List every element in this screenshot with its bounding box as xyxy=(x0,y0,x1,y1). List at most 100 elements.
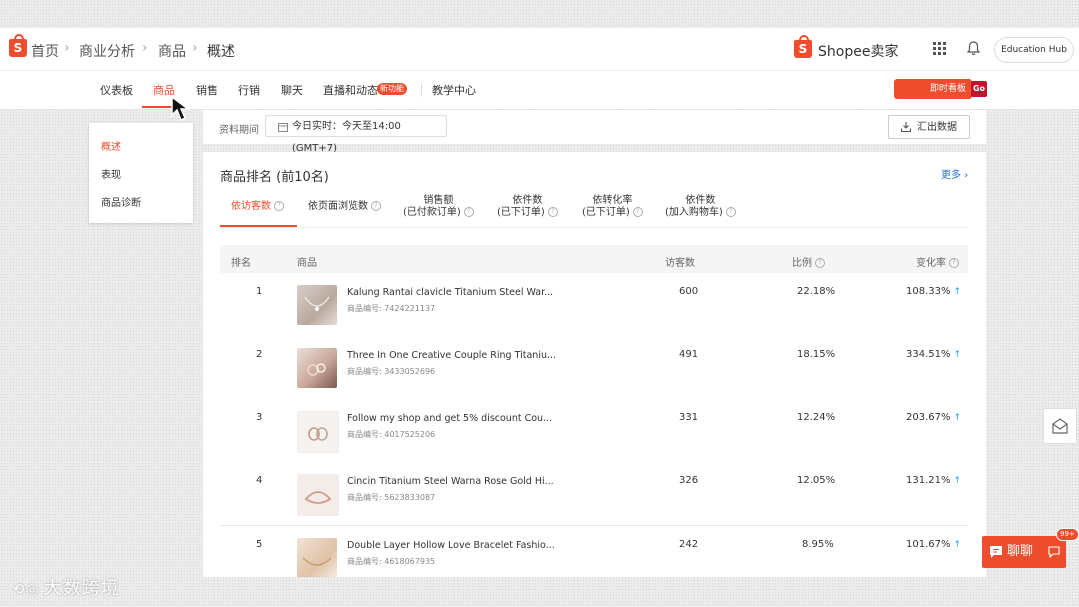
go-badge: Go xyxy=(971,81,987,97)
help-icon: ? xyxy=(949,258,959,268)
product-name-link[interactable]: Kalung Rantai clavicle Titanium Steel Wa… xyxy=(347,287,553,298)
column-ratio[interactable]: 比例? xyxy=(792,254,825,269)
message-center-button[interactable] xyxy=(1043,408,1077,444)
rank-cell: 5 xyxy=(256,539,263,550)
tab-by-ordered-units[interactable]: 依件数 (已下订单)? xyxy=(497,195,558,219)
product-name-link[interactable]: Double Layer Hollow Love Bracelet Fashio… xyxy=(347,540,555,551)
tab-by-conversion[interactable]: 依转化率 (已下订单)? xyxy=(582,195,643,219)
visitors-cell: 600 xyxy=(679,286,699,297)
tab-by-visitors[interactable]: 依访客数? xyxy=(231,201,284,213)
nav-chat[interactable]: 聊天 xyxy=(281,82,303,98)
change-value: 203.67% xyxy=(906,412,951,423)
bell-icon[interactable] xyxy=(967,41,980,56)
breadcrumb-section[interactable]: 商业分析 xyxy=(79,41,135,61)
table-row[interactable]: 1 Kalung Rantai clavicle Titanium Steel … xyxy=(220,273,968,336)
watermark: ⟲◎ 大数跨境 xyxy=(12,574,120,600)
product-name-link[interactable]: Follow my shop and get 5% discount Cou..… xyxy=(347,413,552,424)
ratio-cell: 18.15% xyxy=(797,349,836,360)
side-menu: 概述 表现 商品诊断 xyxy=(89,123,193,223)
period-label: 资料期间 xyxy=(219,125,259,136)
breadcrumb-category[interactable]: 商品 xyxy=(158,41,186,61)
rank-cell: 2 xyxy=(256,349,263,360)
tab-label: 依转化率 xyxy=(592,195,633,206)
product-ranking-card: 商品排名 (前10名) 更多 › 依访客数? 依页面浏览数? 销售额 (已付款订… xyxy=(203,152,986,577)
table-row[interactable]: 5 Double Layer Hollow Love Bracelet Fash… xyxy=(220,525,968,577)
side-item-overview[interactable]: 概述 xyxy=(101,138,121,153)
arrow-up-icon: ↑ xyxy=(953,287,962,297)
chat-button[interactable]: 聊聊 xyxy=(982,536,1066,568)
nav-divider xyxy=(421,83,422,97)
new-feature-badge: 新功能 xyxy=(377,83,407,95)
visitors-cell: 326 xyxy=(679,475,699,486)
column-product: 商品 xyxy=(297,258,317,269)
column-visitors[interactable]: 访客数 xyxy=(665,254,695,269)
rank-cell: 3 xyxy=(256,412,263,423)
product-thumbnail[interactable] xyxy=(297,474,339,516)
help-icon: ? xyxy=(274,201,284,211)
tab-label: 依访客数 xyxy=(231,201,271,212)
table-row[interactable]: 2 Three In One Creative Couple Ring Tita… xyxy=(220,336,968,399)
shopee-logo-icon[interactable]: S xyxy=(9,34,27,57)
tabs-divider xyxy=(220,227,968,228)
export-label: 汇出数据 xyxy=(917,122,957,133)
product-thumbnail[interactable] xyxy=(297,411,339,453)
help-icon: ? xyxy=(463,207,474,217)
product-thumbnail[interactable] xyxy=(297,285,337,325)
product-name-link[interactable]: Cincin Titanium Steel Warna Rose Gold Hi… xyxy=(347,476,554,487)
tab-label: 销售额 xyxy=(423,195,454,206)
product-id: 商品编号: 7424221137 xyxy=(347,304,436,313)
export-data-button[interactable]: 汇出数据 xyxy=(888,115,970,139)
tab-sublabel: (已付款订单) xyxy=(403,207,461,218)
table-row[interactable]: 4 Cincin Titanium Steel Warna Rose Gold … xyxy=(220,462,968,525)
chevron-right-icon: › xyxy=(192,40,198,56)
download-icon xyxy=(901,122,911,132)
watermark-text: 大数跨境 xyxy=(43,578,120,599)
table-row[interactable]: 3 Follow my shop and get 5% discount Cou… xyxy=(220,399,968,462)
product-name-link[interactable]: Three In One Creative Couple Ring Titani… xyxy=(347,350,556,361)
arrow-up-icon: ↑ xyxy=(953,540,962,550)
main-nav: 仪表板 商品 销售 行销 聊天 直播和动态 新功能 教学中心 即时看板 Go xyxy=(0,71,1079,109)
product-thumbnail[interactable] xyxy=(297,538,337,577)
tab-sublabel: (已下订单) xyxy=(497,207,545,218)
tab-sublabel: (加入购物车) xyxy=(665,207,723,218)
change-value: 131.21% xyxy=(906,475,951,486)
breadcrumb-current: 概述 xyxy=(207,44,235,60)
tab-by-page-views[interactable]: 依页面浏览数? xyxy=(308,201,381,213)
watermark-logo-icon: ⟲◎ xyxy=(12,580,40,598)
rank-cell: 1 xyxy=(256,286,263,297)
change-cell: 203.67% ↑ xyxy=(906,412,961,423)
education-hub-button[interactable]: Education Hub xyxy=(994,37,1074,63)
nav-marketing[interactable]: 行销 xyxy=(238,82,260,98)
table-header: 排名 商品 访客数 比例? 变化率? xyxy=(220,245,968,273)
tab-sublabel: (已下订单) xyxy=(582,207,630,218)
live-dashboard-button[interactable]: 即时看板 Go xyxy=(894,77,987,101)
chat-label: 聊聊 xyxy=(1007,544,1034,559)
tab-by-sales[interactable]: 销售额 (已付款订单)? xyxy=(403,195,474,219)
more-label: 更多 xyxy=(941,170,961,181)
change-value: 334.51% xyxy=(906,349,951,360)
column-rank: 排名 xyxy=(231,258,251,269)
ratio-cell: 22.18% xyxy=(797,286,836,297)
chevron-right-icon: › xyxy=(964,170,969,181)
ratio-cell: 8.95% xyxy=(802,539,834,550)
help-icon: ? xyxy=(632,207,643,217)
change-value: 108.33% xyxy=(906,286,951,297)
side-item-diagnosis[interactable]: 商品诊断 xyxy=(101,194,141,209)
visitors-cell: 491 xyxy=(679,349,699,360)
nav-teaching-center[interactable]: 教学中心 xyxy=(432,82,476,98)
nav-dashboard[interactable]: 仪表板 xyxy=(100,82,133,98)
side-item-performance[interactable]: 表现 xyxy=(101,166,121,181)
period-selector[interactable]: 今日实时：今天至14:00 (GMT+7) xyxy=(265,115,447,154)
column-change[interactable]: 变化率? xyxy=(916,254,959,269)
apps-grid-icon[interactable] xyxy=(933,42,946,55)
live-dashboard-label: 即时看板 xyxy=(894,79,972,99)
breadcrumb-home[interactable]: 首页 xyxy=(31,41,59,61)
nav-sales[interactable]: 销售 xyxy=(196,82,218,98)
help-icon: ? xyxy=(547,207,558,217)
product-thumbnail[interactable] xyxy=(297,348,337,388)
tab-by-cart-units[interactable]: 依件数 (加入购物车)? xyxy=(665,195,736,219)
nav-live-feed[interactable]: 直播和动态 xyxy=(323,82,378,98)
tab-label: 依页面浏览数 xyxy=(308,201,368,212)
rank-cell: 4 xyxy=(256,475,263,486)
more-link[interactable]: 更多 › xyxy=(941,166,968,181)
